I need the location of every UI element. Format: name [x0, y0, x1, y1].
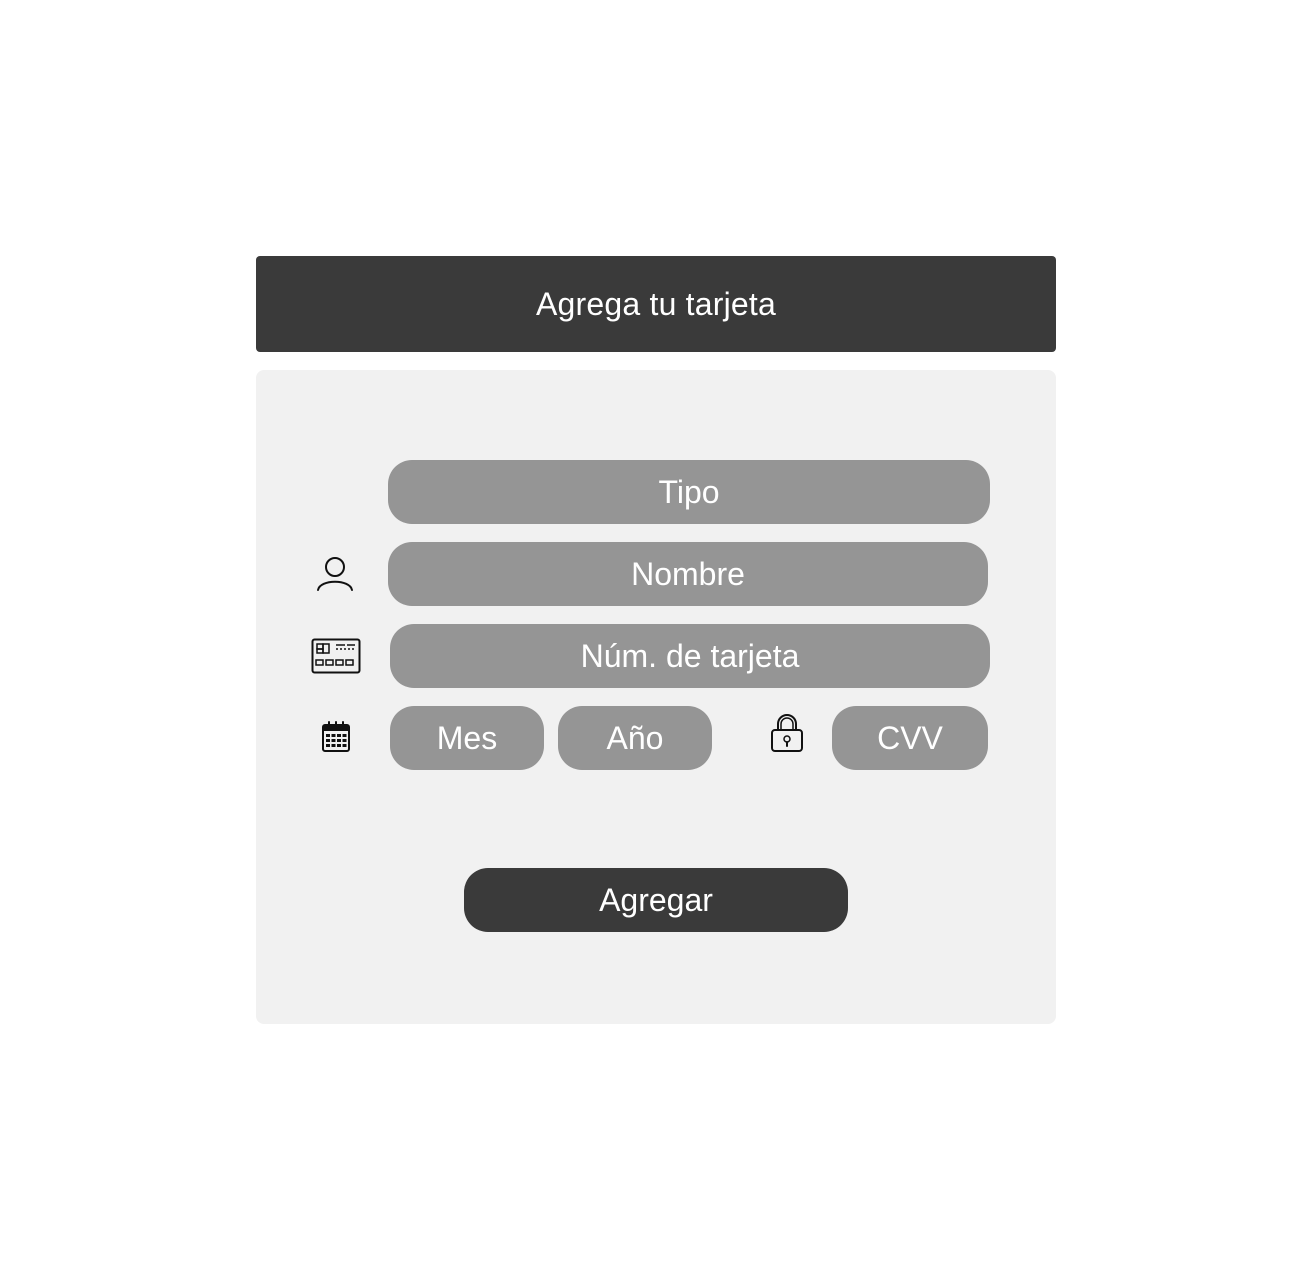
- mes-field[interactable]: Mes: [390, 706, 544, 770]
- calendar-icon: [322, 721, 350, 752]
- header-bar: Agrega tu tarjeta: [256, 256, 1056, 352]
- page-title: Agrega tu tarjeta: [536, 285, 776, 322]
- numero-tarjeta-field[interactable]: Núm. de tarjeta: [390, 624, 990, 688]
- credit-card-icon: [311, 638, 361, 674]
- nombre-field[interactable]: Nombre: [388, 542, 988, 606]
- lock-icon: [771, 714, 803, 752]
- agregar-button[interactable]: Agregar: [464, 868, 848, 932]
- tipo-field[interactable]: Tipo: [388, 460, 990, 524]
- cvv-field[interactable]: CVV: [832, 706, 988, 770]
- anio-field[interactable]: Año: [558, 706, 712, 770]
- user-icon: [317, 557, 353, 591]
